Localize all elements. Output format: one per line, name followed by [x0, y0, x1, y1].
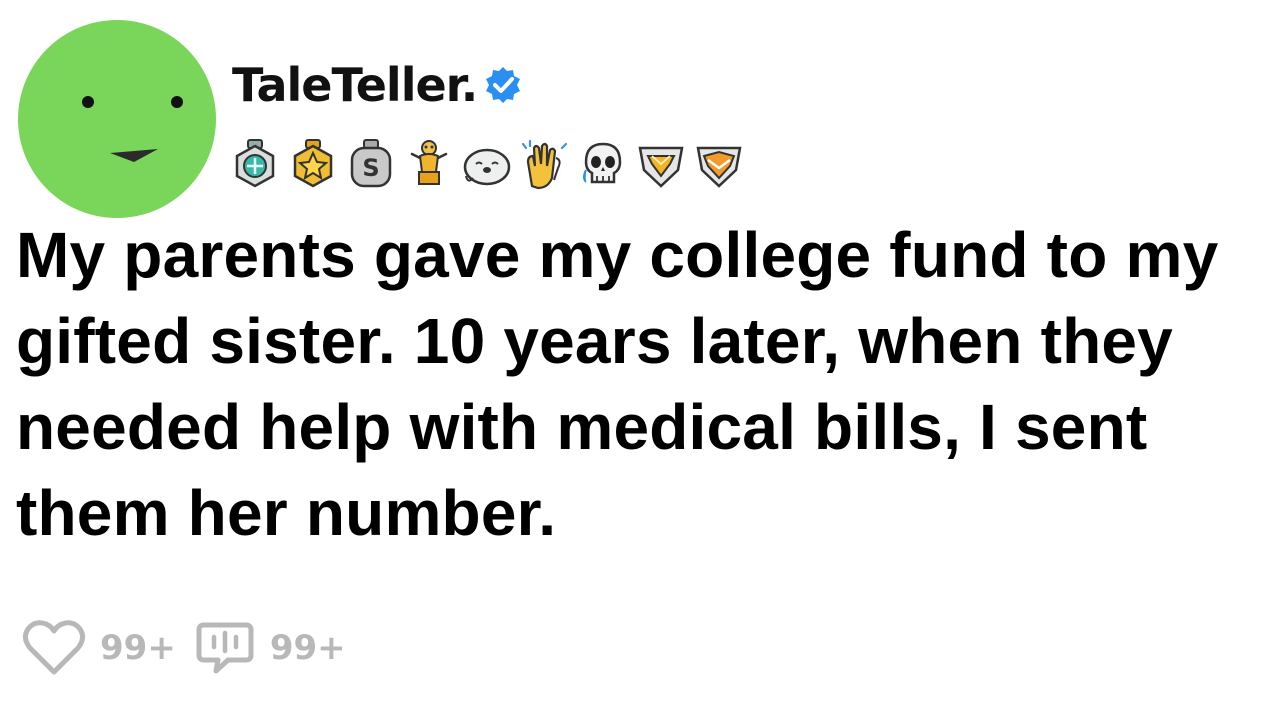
author-username[interactable]: TaleTeller.	[232, 62, 478, 108]
silver-s-award-icon[interactable]: S	[344, 138, 398, 192]
svg-text:S: S	[362, 154, 379, 182]
orange-chevron-award-icon[interactable]	[692, 138, 746, 192]
teal-gem-award-icon[interactable]	[228, 138, 282, 192]
post-action-bar: 99+ 99+	[22, 618, 346, 678]
gold-star-award-icon[interactable]	[286, 138, 340, 192]
gold-trophy-award-icon[interactable]	[402, 138, 456, 192]
seal-award-icon[interactable]	[460, 138, 514, 192]
clapping-hands-award-icon[interactable]	[518, 138, 572, 192]
comment-count: 99+	[269, 628, 346, 668]
like-count: 99+	[100, 628, 176, 668]
gold-diamond-award-icon[interactable]	[634, 138, 688, 192]
awards-row: S	[228, 138, 746, 192]
verified-badge-icon	[486, 67, 521, 103]
author-header: TaleTeller.	[232, 62, 523, 108]
heart-icon[interactable]	[22, 618, 86, 678]
post-title: My parents gave my college fund to my gi…	[16, 219, 1219, 549]
crying-skull-award-icon[interactable]	[576, 138, 630, 192]
comment-icon[interactable]	[194, 619, 256, 677]
green-smiley-avatar-icon[interactable]	[18, 20, 216, 218]
